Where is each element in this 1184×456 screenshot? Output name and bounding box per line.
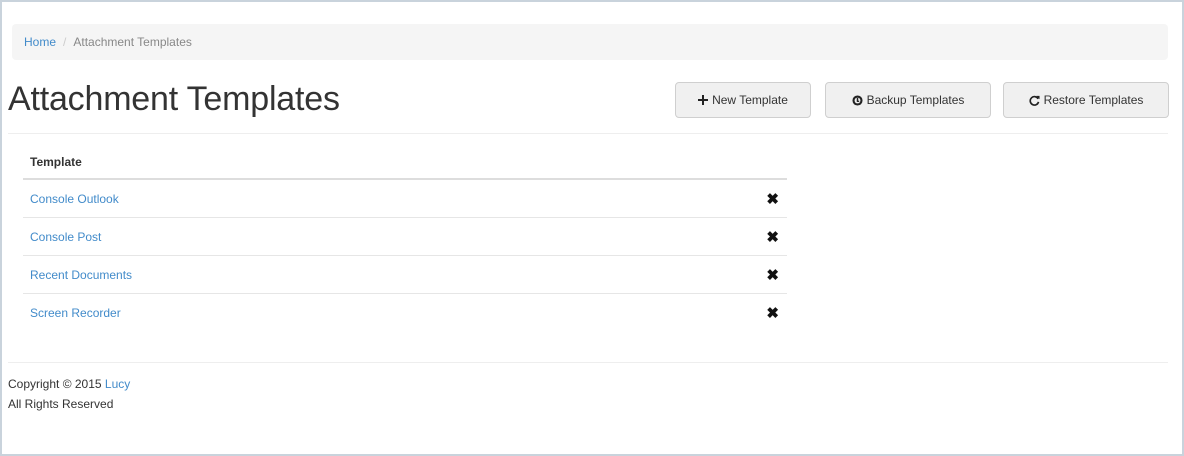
table-row: Screen Recorder ✖ xyxy=(23,294,787,332)
brand-link[interactable]: Lucy xyxy=(105,377,130,391)
template-link[interactable]: Screen Recorder xyxy=(30,306,121,320)
restore-templates-label: Restore Templates xyxy=(1043,93,1144,107)
template-link[interactable]: Recent Documents xyxy=(30,268,132,282)
templates-table: Template Console Outlook ✖ Console Post … xyxy=(23,145,787,332)
table-row: Console Outlook ✖ xyxy=(23,180,787,218)
breadcrumb-current: Attachment Templates xyxy=(73,35,192,49)
restore-templates-button[interactable]: Restore Templates xyxy=(1003,82,1169,118)
backup-templates-button[interactable]: Backup Templates xyxy=(825,82,991,118)
breadcrumb-separator: / xyxy=(63,35,67,49)
template-link[interactable]: Console Post xyxy=(30,230,101,244)
plus-icon xyxy=(698,95,709,105)
title-divider xyxy=(8,133,1168,134)
backup-templates-label: Backup Templates xyxy=(866,93,965,107)
footer-divider xyxy=(8,362,1168,363)
delete-icon[interactable]: ✖ xyxy=(766,190,779,208)
refresh-icon xyxy=(1029,95,1040,106)
page-title: Attachment Templates xyxy=(8,80,340,118)
delete-icon[interactable]: ✖ xyxy=(766,266,779,284)
footer: Copyright © 2015 Lucy All Rights Reserve… xyxy=(8,374,130,414)
table-row: Recent Documents ✖ xyxy=(23,256,787,294)
copyright-text: Copyright © 2015 xyxy=(8,377,102,391)
copyright-line: Copyright © 2015 Lucy xyxy=(8,374,130,394)
breadcrumb-home-link[interactable]: Home xyxy=(24,35,56,49)
rights-text: All Rights Reserved xyxy=(8,397,114,411)
backup-icon xyxy=(852,94,863,106)
new-template-label: New Template xyxy=(712,93,788,107)
new-template-button[interactable]: New Template xyxy=(675,82,811,118)
table-row: Console Post ✖ xyxy=(23,218,787,256)
template-link[interactable]: Console Outlook xyxy=(30,192,119,206)
table-header-template: Template xyxy=(23,145,787,180)
delete-icon[interactable]: ✖ xyxy=(766,304,779,322)
delete-icon[interactable]: ✖ xyxy=(766,228,779,246)
breadcrumb: Home / Attachment Templates xyxy=(12,24,1168,60)
